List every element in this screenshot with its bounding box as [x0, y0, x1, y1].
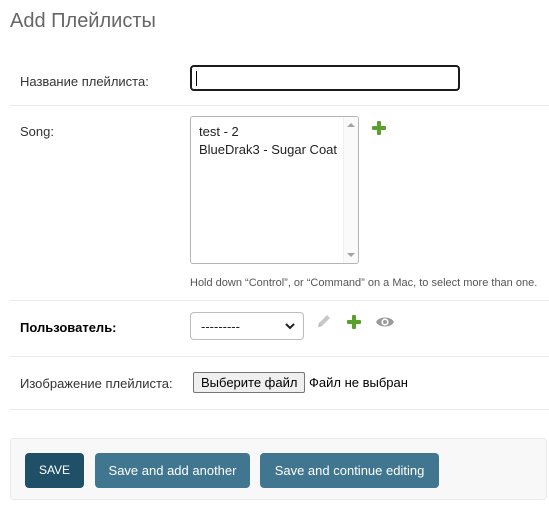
form-row-song: Song: test - 2 BlueDrak3 - Sugar Coat Ho… [10, 105, 549, 301]
song-help-text: Hold down “Control”, or “Command” on a M… [190, 277, 538, 289]
file-status-text: Файл не выбран [309, 375, 408, 390]
user-select-value: --------- [201, 319, 240, 334]
song-label: Song: [20, 124, 54, 139]
song-option[interactable]: BlueDrak3 - Sugar Coat [191, 141, 337, 159]
form-row-user: Пользователь: --------- [10, 300, 549, 357]
add-song-plus-icon[interactable] [372, 121, 386, 135]
submit-row: SAVE Save and add another Save and conti… [10, 438, 547, 500]
save-button[interactable]: SAVE [25, 453, 84, 488]
save-and-add-another-button[interactable]: Save and add another [95, 453, 250, 488]
user-label: Пользователь: [20, 320, 117, 335]
save-and-continue-button[interactable]: Save and continue editing [260, 453, 439, 488]
image-label: Изображение плейлиста: [20, 376, 173, 391]
eye-icon[interactable] [375, 315, 395, 329]
page-title: Add Плейлисты [10, 10, 156, 32]
listbox-scrollbar[interactable] [343, 117, 358, 263]
form-row-name: Название плейлиста: [10, 54, 549, 106]
playlist-name-input[interactable] [190, 65, 460, 91]
scroll-up-arrow-icon[interactable] [347, 123, 355, 127]
scroll-down-arrow-icon[interactable] [347, 253, 355, 257]
add-user-plus-icon[interactable] [347, 315, 361, 329]
song-multiselect[interactable]: test - 2 BlueDrak3 - Sugar Coat [190, 116, 359, 264]
song-option[interactable]: test - 2 [191, 123, 337, 141]
form-row-image: Изображение плейлиста: Выберите файл Фай… [10, 356, 549, 410]
pencil-icon[interactable] [316, 313, 332, 329]
choose-file-button[interactable]: Выберите файл [193, 372, 306, 393]
user-select[interactable]: --------- [190, 312, 304, 340]
text-caret [196, 71, 197, 86]
name-label: Название плейлиста: [20, 74, 149, 89]
chevron-down-icon [285, 323, 295, 330]
